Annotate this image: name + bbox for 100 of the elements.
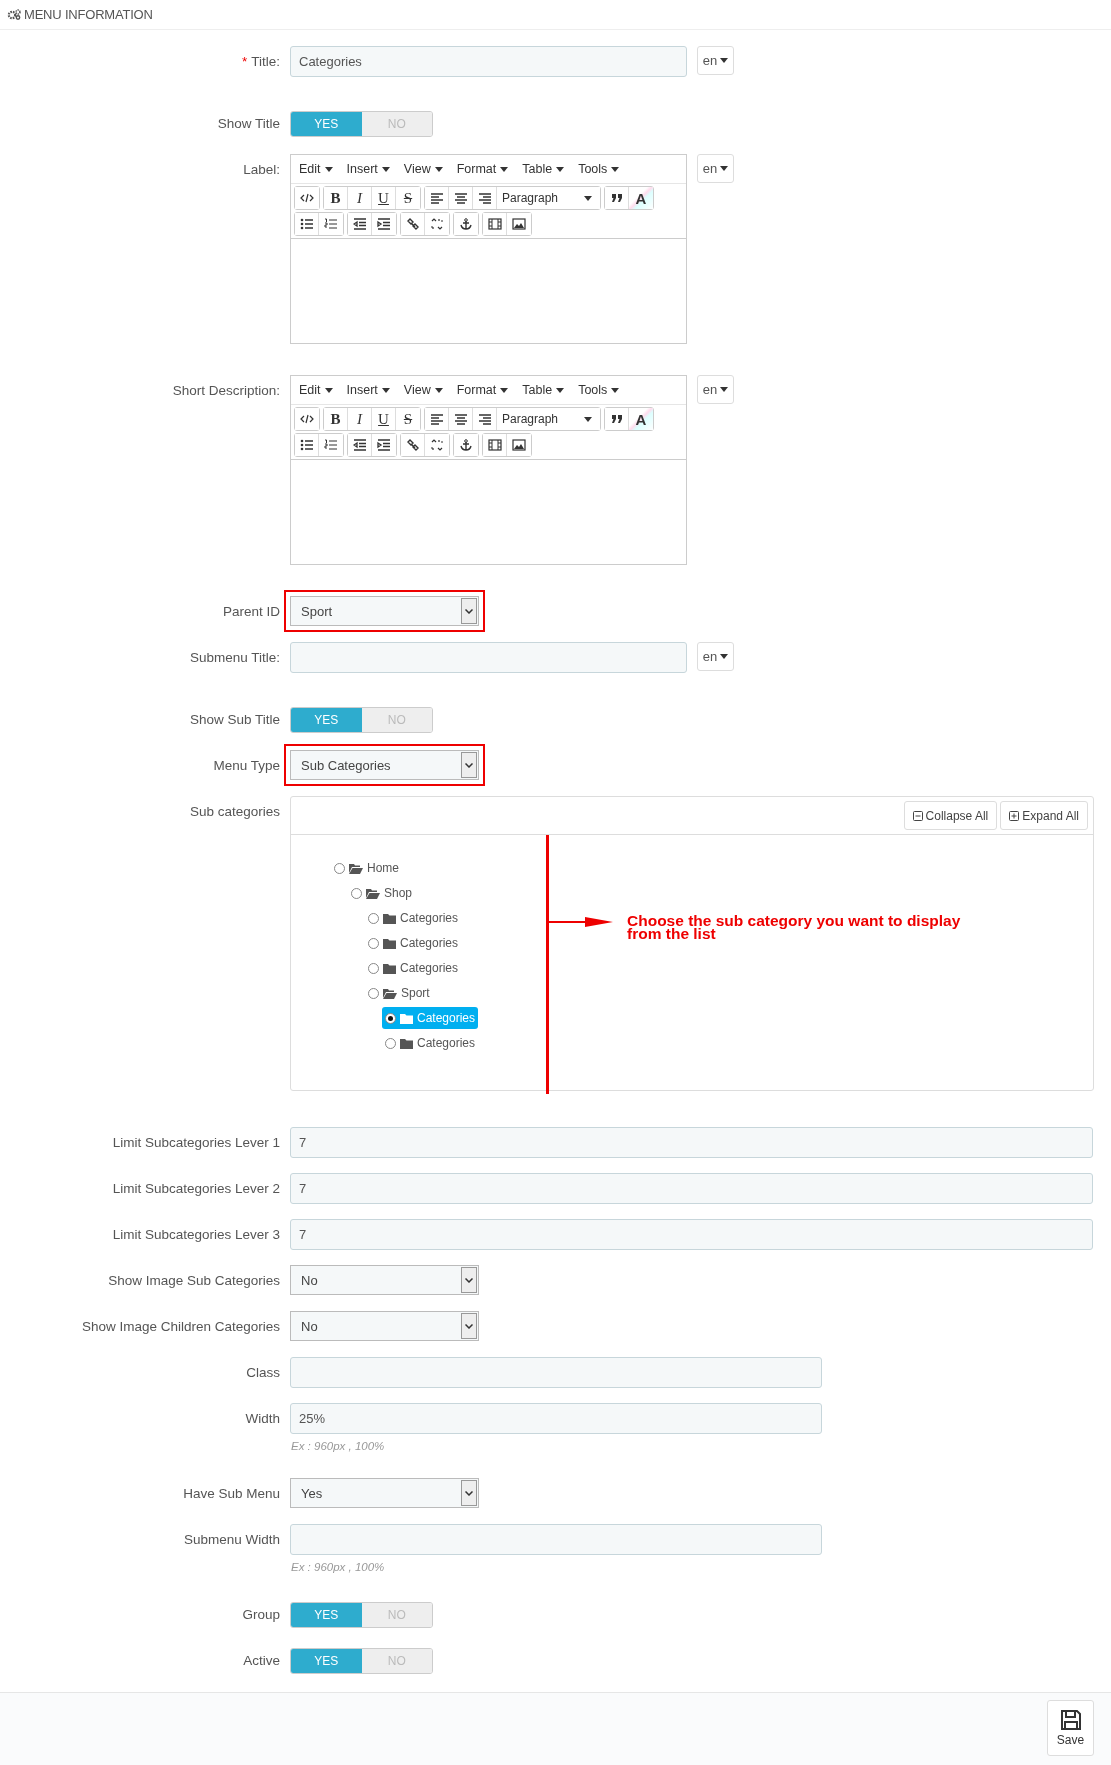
editor-menu[interactable]: Edit: [299, 162, 333, 176]
quote-button[interactable]: [605, 408, 629, 430]
field-label: Show Sub Title: [189, 712, 280, 727]
align-left-icon: [429, 413, 444, 425]
field-label: Show Title: [217, 116, 280, 131]
outdent-button[interactable]: [348, 434, 372, 456]
caret-icon: [434, 166, 443, 172]
anchor-button[interactable]: [454, 213, 478, 235]
code-button[interactable]: [295, 408, 319, 430]
folder-icon: [383, 937, 396, 949]
annotation-text: Choose the sub category you want to display from the list: [627, 914, 962, 940]
editor-menu[interactable]: Tools: [578, 162, 620, 176]
field-label: Class: [246, 1365, 280, 1380]
tree-item[interactable]: Home: [331, 857, 402, 879]
folder-icon: [383, 912, 396, 924]
link-icon: [405, 218, 420, 230]
outdent-button[interactable]: [348, 213, 372, 235]
rich-text-editor[interactable]: Edit Insert View Format Table Tools B I U S Paragraph A: [290, 375, 687, 565]
text-field[interactable]: [290, 1524, 822, 1555]
callout-arrow: [549, 916, 613, 928]
caret-icon: [611, 166, 620, 172]
text-field[interactable]: Categories: [290, 46, 687, 77]
align-left-button[interactable]: [425, 408, 449, 430]
caret-icon: [324, 387, 333, 393]
caret-icon: [611, 387, 620, 393]
select-dropdown[interactable]: Sport: [290, 596, 479, 626]
editor-menu[interactable]: Edit: [299, 383, 333, 397]
open-folder-icon: [366, 887, 380, 899]
caret-icon: [720, 654, 729, 659]
film-button[interactable]: [483, 434, 507, 456]
field-label: Submenu Width: [183, 1532, 280, 1547]
tree-item[interactable]: Sport: [365, 982, 433, 1004]
editor-menu[interactable]: Format: [456, 383, 509, 397]
editor-menu[interactable]: View: [403, 162, 443, 176]
film-button[interactable]: [483, 213, 507, 235]
code-button[interactable]: [295, 187, 319, 209]
select-dropdown[interactable]: No: [290, 1265, 479, 1295]
field-label: Width: [245, 1411, 280, 1426]
editor-menu[interactable]: Format: [456, 162, 509, 176]
text-field[interactable]: [290, 642, 687, 673]
plus-square-icon: [1009, 810, 1020, 821]
open-folder-icon: [349, 862, 363, 874]
editor-menu[interactable]: Insert: [346, 162, 390, 176]
text-field[interactable]: 7: [290, 1127, 1093, 1158]
caret-icon: [720, 58, 729, 63]
text-field[interactable]: 7: [290, 1173, 1093, 1204]
tree-item[interactable]: Categories: [382, 1032, 479, 1054]
format-button[interactable]: B: [324, 408, 348, 430]
text-field[interactable]: [290, 1357, 822, 1388]
caret-icon: [584, 195, 592, 201]
format-button[interactable]: B: [324, 187, 348, 209]
code-icon: [300, 413, 314, 425]
tree-item[interactable]: Categories: [365, 932, 462, 954]
tree-item[interactable]: Categories: [365, 957, 462, 979]
bullet-list-button[interactable]: [295, 434, 319, 456]
language-dropdown[interactable]: en: [697, 46, 734, 75]
editor-menu[interactable]: Table: [522, 162, 565, 176]
editor-menu[interactable]: Table: [522, 383, 565, 397]
expand-all-button[interactable]: Expand All: [1000, 801, 1088, 830]
film-icon: [487, 218, 502, 230]
field-label: Have Sub Menu: [183, 1486, 280, 1501]
tree-item[interactable]: Shop: [348, 882, 416, 904]
panel-title: MENU INFORMATION: [24, 7, 153, 22]
caret-icon: [556, 387, 565, 393]
field-label: Label:: [243, 162, 280, 177]
quote-icon: [609, 413, 624, 425]
link-button[interactable]: [401, 213, 425, 235]
caret-icon: [381, 166, 390, 172]
align-left-button[interactable]: [425, 187, 449, 209]
link-button[interactable]: [401, 434, 425, 456]
anchor-button[interactable]: [454, 434, 478, 456]
caret-icon: [720, 166, 729, 171]
language-dropdown[interactable]: en: [697, 375, 734, 404]
language-dropdown[interactable]: en: [697, 154, 734, 183]
text-field[interactable]: 7: [290, 1219, 1093, 1250]
quote-button[interactable]: [605, 187, 629, 209]
format-button[interactable]: A: [629, 408, 653, 430]
help-text: Ex : 960px , 100%: [291, 1440, 386, 1452]
numbered-list-icon: [324, 218, 338, 230]
save-button[interactable]: Save: [1047, 1700, 1094, 1756]
numbered-list-icon: [324, 439, 338, 451]
outdent-icon: [352, 439, 367, 451]
editor-menu[interactable]: Tools: [578, 383, 620, 397]
select-dropdown[interactable]: Yes: [290, 1478, 479, 1508]
link-icon: [405, 439, 420, 451]
tree-item[interactable]: Categories: [365, 907, 462, 929]
language-dropdown[interactable]: en: [697, 642, 734, 671]
bullet-list-button[interactable]: [295, 213, 319, 235]
text-field[interactable]: 25%: [290, 1403, 822, 1434]
format-button[interactable]: A: [629, 187, 653, 209]
rich-text-editor[interactable]: Edit Insert View Format Table Tools B I U S Paragraph A: [290, 154, 687, 344]
editor-menu[interactable]: Insert: [346, 383, 390, 397]
field-label: Sub categories: [189, 804, 280, 819]
collapse-all-button[interactable]: Collapse All: [903, 801, 998, 830]
editor-menu[interactable]: View: [403, 383, 443, 397]
select-dropdown[interactable]: Sub Categories: [290, 750, 479, 780]
code-icon: [300, 192, 314, 204]
folder-icon: [400, 1012, 413, 1024]
align-right-icon: [477, 192, 492, 204]
select-dropdown[interactable]: No: [290, 1311, 479, 1341]
